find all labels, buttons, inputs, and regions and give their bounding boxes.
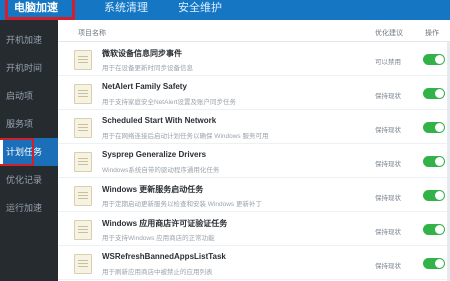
toggle-knob xyxy=(435,123,444,132)
task-suggestion: 保持现状 xyxy=(375,263,401,270)
task-file-icon xyxy=(74,186,92,206)
task-enable-toggle[interactable] xyxy=(423,54,445,65)
tab-system-cleanup[interactable]: 系统清理 xyxy=(98,0,154,20)
sidebar-item-startup-items[interactable]: 启动项 xyxy=(0,82,58,110)
app-window: 电脑加速 系统清理 安全维护 开机加速 开机时间 启动项 服务项 计划任务 优化… xyxy=(0,0,450,281)
toggle-knob xyxy=(435,259,444,268)
task-file-icon xyxy=(74,254,92,274)
task-description: 用于在网络连接后启动计划任务以确保 Windows 服务可用 xyxy=(102,133,269,140)
task-title: Scheduled Start With Network xyxy=(102,116,217,125)
task-description: 用于定期启动更新服务以检查和安装 Windows 更新补丁 xyxy=(102,201,262,208)
table-row: Windows 更新服务启动任务 用于定期启动更新服务以检查和安装 Window… xyxy=(58,178,450,212)
toggle-knob xyxy=(435,225,444,234)
task-title: Windows 更新服务启动任务 xyxy=(102,185,204,194)
task-enable-toggle[interactable] xyxy=(423,224,445,235)
task-enable-toggle[interactable] xyxy=(423,190,445,201)
sidebar-item-optimization-log[interactable]: 优化记录 xyxy=(0,166,58,194)
task-enable-toggle[interactable] xyxy=(423,258,445,269)
task-enable-toggle[interactable] xyxy=(423,88,445,99)
sidebar-item-boot-speedup[interactable]: 开机加速 xyxy=(0,26,58,54)
sidebar-item-services[interactable]: 服务项 xyxy=(0,110,58,138)
table-row: 微软设备信息同步事件 用于在设备更新时同步设备信息 可以禁用 xyxy=(58,42,450,76)
task-list-panel: 项目名称 优化建议 操作 微软设备信息同步事件 用于在设备更新时同步设备信息 可… xyxy=(58,20,450,281)
task-title: Windows 应用商店许可证验证任务 xyxy=(102,219,228,228)
task-description: 用于支持家庭安全NetAlert设置及账户同步任务 xyxy=(102,99,236,106)
task-suggestion: 保持现状 xyxy=(375,195,401,202)
task-file-icon xyxy=(74,50,92,70)
toggle-knob xyxy=(435,191,444,200)
task-title: 微软设备信息同步事件 xyxy=(102,49,182,58)
toggle-knob xyxy=(435,55,444,64)
table-header: 项目名称 优化建议 操作 xyxy=(58,20,450,42)
task-suggestion: 保持现状 xyxy=(375,93,401,100)
task-title: Sysprep Generalize Drivers xyxy=(102,150,207,159)
sidebar-item-boot-time[interactable]: 开机时间 xyxy=(0,54,58,82)
sidebar-item-scheduled-tasks[interactable]: 计划任务 xyxy=(0,138,58,166)
toggle-knob xyxy=(435,157,444,166)
header-name: 项目名称 xyxy=(78,30,106,37)
top-navigation: 电脑加速 系统清理 安全维护 xyxy=(0,0,450,20)
table-row: Sysprep Generalize Drivers Windows系统自带的驱… xyxy=(58,144,450,178)
tab-security-maintenance[interactable]: 安全维护 xyxy=(172,0,228,20)
task-suggestion: 保持现状 xyxy=(375,229,401,236)
task-file-icon xyxy=(74,118,92,138)
task-description: 用于在设备更新时同步设备信息 xyxy=(102,65,193,72)
task-suggestion: 保持现状 xyxy=(375,127,401,134)
task-enable-toggle[interactable] xyxy=(423,156,445,167)
sidebar-item-run-speedup[interactable]: 运行加速 xyxy=(0,194,58,222)
task-file-icon xyxy=(74,152,92,172)
sidebar: 开机加速 开机时间 启动项 服务项 计划任务 优化记录 运行加速 xyxy=(0,20,58,281)
task-description: 用于刷新应用商店中被禁止的应用列表 xyxy=(102,269,213,276)
table-row: Windows 应用商店许可证验证任务 用于支持Windows 应用商店的正常功… xyxy=(58,212,450,246)
table-row: WSRefreshBannedAppsListTask 用于刷新应用商店中被禁止… xyxy=(58,246,450,280)
header-operation: 操作 xyxy=(425,30,439,37)
table-row: NetAlert Family Safety 用于支持家庭安全NetAlert设… xyxy=(58,76,450,110)
task-title: NetAlert Family Safety xyxy=(102,82,187,91)
table-row: Scheduled Start With Network 用于在网络连接后启动计… xyxy=(58,110,450,144)
task-description: Windows系统自带的驱动程序通用化任务 xyxy=(102,167,220,174)
task-description: 用于支持Windows 应用商店的正常功能 xyxy=(102,235,215,242)
tab-computer-speedup[interactable]: 电脑加速 xyxy=(5,0,75,20)
task-suggestion: 保持现状 xyxy=(375,161,401,168)
task-title: WSRefreshBannedAppsListTask xyxy=(102,252,226,261)
header-suggestion: 优化建议 xyxy=(375,30,403,37)
task-file-icon xyxy=(74,84,92,104)
toggle-knob xyxy=(435,89,444,98)
task-enable-toggle[interactable] xyxy=(423,122,445,133)
task-file-icon xyxy=(74,220,92,240)
task-suggestion: 可以禁用 xyxy=(375,59,401,66)
